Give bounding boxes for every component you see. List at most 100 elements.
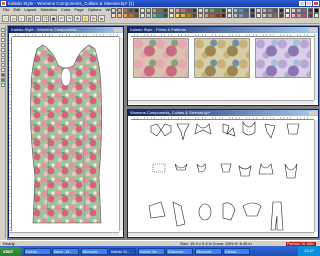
redo-icon[interactable]: ↷ [66,15,73,22]
garment-close-button[interactable] [118,28,122,32]
text-tool-icon[interactable] [0,58,5,62]
menu-edit[interactable]: Edit [13,7,20,13]
palette-swatch[interactable] [278,8,285,13]
minimize-button[interactable] [299,1,305,6]
components-window[interactable]: Womens Components_Collars & Sleeves.kp* [127,109,319,238]
components-minimize-button[interactable] [308,111,313,115]
palette-swatch[interactable] [139,8,146,13]
palette-swatch[interactable] [128,8,134,13]
undo-icon[interactable]: ↶ [58,15,65,22]
maximize-button[interactable] [306,1,312,6]
swatches-minimize-button[interactable] [308,28,313,32]
garment-minimize-button[interactable] [113,28,118,32]
cut-icon[interactable]: ✂ [34,15,41,22]
palette-swatch[interactable] [267,8,273,13]
palette-swatch[interactable] [284,8,291,13]
close-button[interactable] [313,1,319,6]
ellipse-tool-icon[interactable] [0,53,5,57]
zoom-tool-icon[interactable] [0,83,5,87]
menu-page[interactable]: Page [74,7,83,13]
save-icon[interactable]: ▪ [18,15,25,22]
palette-swatch[interactable] [261,8,267,13]
zoom-icon[interactable]: ⊕ [74,15,81,22]
copy-icon[interactable]: ❐ [42,15,49,22]
eyedropper-tool-icon[interactable] [0,68,5,72]
swatches-close-button[interactable] [313,28,317,32]
garment-vertical-scrollbar[interactable] [119,37,123,231]
palette-swatch[interactable] [244,8,250,13]
palette-swatch[interactable] [116,8,123,13]
palette-swatch[interactable] [215,8,221,13]
floral-swatch-gold[interactable] [194,38,250,78]
palette-swatch[interactable] [134,8,140,13]
garment-canvas[interactable] [13,37,120,231]
floral-swatch-lavender[interactable] [255,38,311,78]
taskbar-item[interactable]: Microsoft... [80,247,108,255]
palette-swatch[interactable] [186,8,192,13]
components-close-button[interactable] [313,111,317,115]
hand-icon[interactable]: ✋ [82,15,89,22]
palette-swatch[interactable] [151,8,157,13]
garment-window[interactable]: Kaledo Style - Womens Components... [8,26,124,238]
palette-swatch[interactable] [180,8,186,13]
swatches-window[interactable]: Kaledo Style - Prints & Patterns [127,26,319,106]
foreground-color-icon[interactable] [0,73,5,77]
select-tool-icon[interactable] [0,28,5,32]
palette-swatch[interactable] [255,8,262,13]
mirror-icon[interactable]: ⇋ [98,15,105,22]
brush-tool-icon[interactable] [0,38,5,42]
garment-window-titlebar[interactable]: Kaledo Style - Womens Components... [9,27,123,33]
taskbar-item[interactable]: Kaledo... [23,247,51,255]
palette-swatch[interactable] [302,8,308,13]
palette-swatch[interactable] [192,8,198,13]
palette-swatch[interactable] [313,8,319,13]
garment-horizontal-scrollbar[interactable] [9,232,119,236]
taskbar-item[interactable]: Kaledo Vie... [137,247,165,255]
palette-swatch[interactable] [226,8,233,13]
menu-selection[interactable]: Selection [40,7,56,13]
swatches-vertical-scrollbar[interactable] [314,34,318,100]
palette-swatch[interactable] [221,8,227,13]
palette-swatch[interactable] [163,8,169,13]
components-vertical-scrollbar[interactable] [314,120,318,232]
components-canvas[interactable] [131,120,314,232]
pen-tool-icon[interactable] [0,33,5,37]
print-icon[interactable]: ▤ [26,15,33,22]
taskbar-item-active[interactable]: Kaledo St... [109,247,136,255]
rect-tool-icon[interactable] [0,48,5,52]
palette-swatch[interactable] [249,8,256,13]
taskbar-item[interactable]: Microsoft... [194,247,222,255]
menu-file[interactable]: File [3,7,9,13]
rotate-icon[interactable]: ⟳ [90,15,97,22]
palette-swatch[interactable] [168,8,175,13]
palette-swatch[interactable] [209,8,215,13]
menu-options[interactable]: Options [88,7,102,13]
palette-swatch[interactable] [111,8,117,13]
swatches-horizontal-scrollbar[interactable] [128,100,314,104]
palette-swatch[interactable] [157,8,163,13]
line-tool-icon[interactable] [0,43,5,47]
taskbar-item[interactable]: Inbox - M... [52,247,79,255]
new-icon[interactable]: □ [2,15,9,22]
taskbar-item[interactable]: Documen... [166,247,193,255]
background-color-icon[interactable] [0,78,5,82]
palette-swatch[interactable] [232,8,238,13]
menu-color[interactable]: Color [61,7,71,13]
paste-icon[interactable]: ▣ [50,15,57,22]
palette-swatch[interactable] [197,8,204,13]
floral-swatch-pink[interactable] [133,38,189,78]
palette-swatch[interactable] [273,8,279,13]
components-window-titlebar[interactable]: Womens Components_Collars & Sleeves.kp* [128,110,318,116]
fill-tool-icon[interactable] [0,63,5,67]
swatches-window-titlebar[interactable]: Kaledo Style - Prints & Patterns [128,27,318,33]
menu-layout[interactable]: Layout [24,7,36,13]
palette-swatch[interactable] [296,8,302,13]
open-icon[interactable]: ▭ [10,15,17,22]
palette-swatch[interactable] [307,8,314,13]
components-horizontal-scrollbar[interactable] [128,232,314,236]
start-button[interactable]: start [0,246,22,256]
palette-swatch[interactable] [174,8,180,13]
palette-swatch[interactable] [290,8,296,13]
palette-swatch[interactable] [145,8,152,13]
palette-swatch[interactable] [238,8,244,13]
